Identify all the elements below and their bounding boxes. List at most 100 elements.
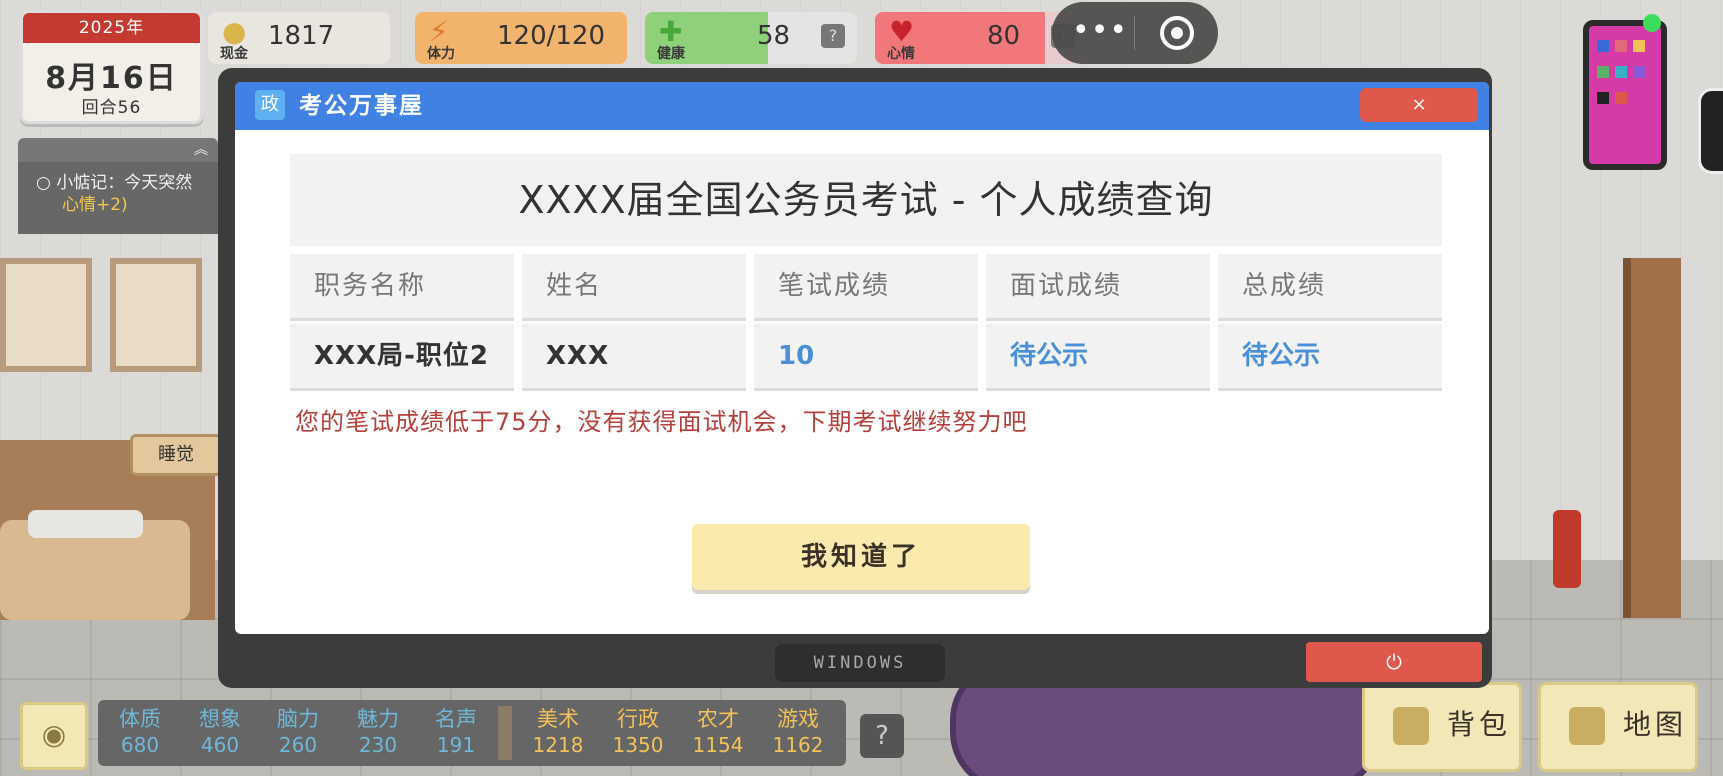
attribute-item: 美术 1218 — [518, 706, 598, 758]
attribute-item: 体质 680 — [100, 706, 180, 758]
attributes-help-button[interactable]: ? — [860, 714, 904, 758]
fire-extinguisher — [1553, 510, 1581, 588]
panel-title: XXXX届全国公务员考试 - 个人成绩查询 — [290, 154, 1442, 246]
backpack-icon — [1393, 707, 1429, 745]
note-effect: 心情+2) — [62, 195, 128, 215]
phone-app-icon — [1615, 92, 1627, 104]
attribute-name: 农才 — [697, 707, 739, 731]
phone-app-icon — [1597, 66, 1609, 78]
date-card: 2025年 8月16日 回合56 — [20, 10, 203, 124]
reminder-note: ○ 小惦记：今天突然 心情+2) — [18, 162, 218, 234]
cash-value: 1817 — [268, 21, 335, 51]
attribute-name: 游戏 — [777, 707, 819, 731]
phone-app-icon — [1597, 92, 1609, 104]
phone-app-icon — [1633, 66, 1645, 78]
health-help-button[interactable]: ? — [821, 24, 845, 48]
result-message: 您的笔试成绩低于75分，没有获得面试机会，下期考试继续努力吧 — [295, 408, 1028, 436]
miniprogram-capsule: ••• — [1052, 2, 1218, 64]
attribute-name: 魅力 — [357, 707, 399, 731]
column-header-position: 职务名称 — [290, 254, 514, 318]
cell-position: XXX局-职位2 — [290, 324, 514, 388]
attribute-item: 魅力 230 — [338, 706, 418, 758]
taskbar-label: WINDOWS — [775, 644, 945, 682]
phone-icon[interactable] — [1583, 20, 1667, 170]
more-menu-button[interactable]: ••• — [1072, 16, 1128, 46]
cell-total-score: 待公示 — [1218, 324, 1442, 388]
attribute-bar: 体质 680 想象 460 脑力 260 魅力 230 名声 191 美术 1218 行政 1350 农才 1… — [98, 700, 846, 766]
cell-name: XXX — [522, 324, 746, 388]
attribute-value: 1350 — [612, 733, 664, 757]
energy-label: 体力 — [427, 46, 455, 62]
cell-interview-score: 待公示 — [986, 324, 1210, 388]
date-label: 8月16日 — [45, 61, 178, 96]
circle-icon: ○ — [36, 173, 51, 193]
attribute-name: 体质 — [119, 707, 161, 731]
attribute-value: 680 — [120, 733, 160, 757]
round-label: 回合56 — [81, 98, 142, 118]
map-label: 地图 — [1623, 708, 1688, 741]
attribute-value: 230 — [358, 733, 398, 757]
attribute-item: 脑力 260 — [258, 706, 338, 758]
note-text: 小惦记：今天突然 — [56, 173, 193, 193]
close-button[interactable]: × — [1360, 88, 1478, 122]
attribute-name: 脑力 — [277, 707, 319, 731]
window-titlebar: 政 考公万事屋 × — [235, 82, 1489, 130]
attribute-value: 1218 — [532, 733, 584, 757]
mood-label: 心情 — [887, 46, 915, 62]
cash-label: 现金 — [220, 46, 248, 62]
attribute-name: 想象 — [199, 707, 241, 731]
phone-app-icon — [1615, 40, 1627, 52]
backpack-button[interactable]: 背包 — [1362, 682, 1522, 772]
phone-app-icon — [1615, 66, 1627, 78]
attribute-item: 行政 1350 — [598, 706, 678, 758]
close-miniprogram-icon[interactable] — [1158, 14, 1196, 52]
attribute-item: 想象 460 — [180, 706, 260, 758]
health-label: 健康 — [657, 46, 685, 62]
note-collapse-bar[interactable]: ︽ — [18, 138, 218, 162]
attribute-name: 行政 — [617, 707, 659, 731]
attribute-item: 农才 1154 — [678, 706, 758, 758]
attribute-value: 460 — [200, 733, 240, 757]
eye-icon[interactable]: ◉ — [20, 702, 88, 770]
energy-value: 120/120 — [497, 21, 606, 51]
column-header-total-score: 总成绩 — [1218, 254, 1442, 318]
app-logo-icon: 政 — [255, 90, 285, 120]
phone-app-icon — [1597, 40, 1609, 52]
acknowledge-button[interactable]: 我知道了 — [692, 524, 1030, 590]
health-stat[interactable]: ✚ 健康 58 ? — [645, 12, 857, 64]
attribute-name: 美术 — [537, 707, 579, 731]
capsule-divider — [1134, 16, 1135, 50]
side-event-badge[interactable] — [1698, 88, 1723, 174]
cash-stat[interactable]: ● 现金 1817 — [208, 12, 390, 64]
attribute-value: 260 — [278, 733, 318, 757]
sleep-label[interactable]: 睡觉 — [130, 434, 222, 476]
energy-stat[interactable]: ⚡ 体力 120/120 — [415, 12, 627, 64]
door[interactable] — [1623, 258, 1681, 618]
wall-picture-duck — [110, 258, 202, 372]
health-value: 58 — [757, 21, 791, 51]
mood-value: 80 — [987, 21, 1021, 51]
attribute-item: 游戏 1162 — [758, 706, 838, 758]
phone-app-icon — [1633, 40, 1645, 52]
map-icon — [1569, 707, 1605, 745]
cell-written-score: 10 — [754, 324, 978, 388]
map-button[interactable]: 地图 — [1538, 682, 1698, 772]
attribute-divider — [498, 706, 512, 760]
power-button[interactable]: ⏻ — [1306, 642, 1482, 682]
column-header-name: 姓名 — [522, 254, 746, 318]
backpack-label: 背包 — [1447, 708, 1512, 741]
wall-picture-plant — [0, 258, 92, 372]
attribute-value: 1154 — [692, 733, 744, 757]
column-header-written-score: 笔试成绩 — [754, 254, 978, 318]
attribute-item: 名声 191 — [416, 706, 496, 758]
attribute-name: 名声 — [435, 707, 477, 731]
attribute-value: 191 — [436, 733, 476, 757]
attribute-value: 1162 — [772, 733, 824, 757]
app-window: 政 考公万事屋 × XXXX届全国公务员考试 - 个人成绩查询 职务名称 姓名 … — [235, 82, 1489, 634]
score-panel: XXXX届全国公务员考试 - 个人成绩查询 职务名称 姓名 笔试成绩 面试成绩 … — [290, 154, 1442, 388]
pillow — [28, 510, 143, 538]
window-title: 考公万事屋 — [299, 93, 424, 119]
notification-dot — [1643, 14, 1661, 32]
year-label: 2025年 — [23, 13, 200, 43]
column-header-interview-score: 面试成绩 — [986, 254, 1210, 318]
